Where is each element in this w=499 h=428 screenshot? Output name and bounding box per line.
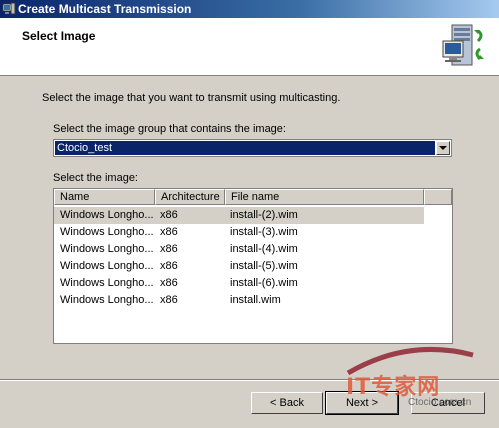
column-header-filler — [424, 189, 452, 205]
watermark-subtext: Ctocio.com.cn — [408, 397, 472, 408]
cell-architecture: x86 — [160, 209, 178, 221]
title-bar[interactable]: Create Multicast Transmission — [0, 0, 499, 18]
list-item[interactable]: Windows Longho... x86 install-(6).wim — [54, 275, 424, 292]
list-item[interactable]: Windows Longho... x86 install-(3).wim — [54, 224, 424, 241]
cell-architecture: x86 — [160, 243, 178, 255]
cell-name: Windows Longho... — [60, 243, 154, 255]
server-icon — [2, 2, 16, 15]
cell-name: Windows Longho... — [60, 209, 154, 221]
cell-name: Windows Longho... — [60, 277, 154, 289]
cell-file-name: install-(2).wim — [230, 209, 298, 221]
page-title: Select Image — [22, 29, 96, 43]
group-label: Select the image group that contains the… — [53, 123, 286, 135]
window-title: Create Multicast Transmission — [18, 2, 192, 16]
image-group-select[interactable]: Ctocio_test — [53, 139, 452, 157]
cell-architecture: x86 — [160, 260, 178, 272]
cell-name: Windows Longho... — [60, 294, 154, 306]
cell-file-name: install.wim — [230, 294, 281, 306]
image-label: Select the image: — [53, 172, 138, 184]
cell-architecture: x86 — [160, 226, 178, 238]
back-button[interactable]: < Back — [251, 392, 323, 414]
list-header: Name Architecture File name — [54, 189, 452, 205]
cell-architecture: x86 — [160, 294, 178, 306]
column-header-architecture[interactable]: Architecture — [155, 189, 225, 205]
image-group-selected-value: Ctocio_test — [55, 141, 435, 155]
cell-file-name: install-(3).wim — [230, 226, 298, 238]
server-monitor-icon — [442, 24, 484, 66]
cell-file-name: install-(6).wim — [230, 277, 298, 289]
instructions-text: Select the image that you want to transm… — [42, 92, 341, 104]
cell-file-name: install-(5).wim — [230, 260, 298, 272]
cell-file-name: install-(4).wim — [230, 243, 298, 255]
site-watermark-logo: IT专家网 Ctocio.com.cn — [338, 343, 498, 413]
list-item[interactable]: Windows Longho... x86 install.wim — [54, 292, 424, 309]
cell-name: Windows Longho... — [60, 226, 154, 238]
cell-name: Windows Longho... — [60, 260, 154, 272]
list-item[interactable]: Windows Longho... x86 install-(5).wim — [54, 258, 424, 275]
column-header-file-name[interactable]: File name — [225, 189, 424, 205]
cell-architecture: x86 — [160, 277, 178, 289]
chevron-down-icon — [439, 146, 447, 150]
image-list[interactable]: Name Architecture File name Windows Long… — [53, 188, 453, 344]
wizard-header: Select Image — [0, 18, 499, 76]
list-item[interactable]: Windows Longho... x86 install-(2).wim — [54, 207, 424, 224]
column-header-name[interactable]: Name — [54, 189, 155, 205]
list-item[interactable]: Windows Longho... x86 install-(4).wim — [54, 241, 424, 258]
image-group-dropdown-button[interactable] — [436, 141, 450, 155]
